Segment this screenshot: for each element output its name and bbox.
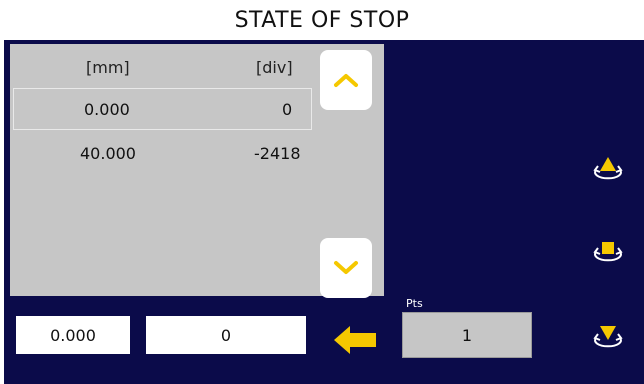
page-title: STATE OF STOP <box>234 7 410 33</box>
div-input[interactable]: 0 <box>146 316 306 354</box>
control-panel: [mm] [div] 0.000 0 40.000 -2418 0.000 0 … <box>4 40 644 384</box>
rotate-down-icon[interactable] <box>589 320 627 358</box>
table-row-selected[interactable] <box>13 88 312 130</box>
points-value[interactable]: 1 <box>402 312 532 358</box>
table-cell-mm: 0.000 <box>84 100 130 119</box>
rotate-stop-icon[interactable] <box>589 234 627 272</box>
table-cell-div: 0 <box>282 100 293 119</box>
mm-input[interactable]: 0.000 <box>16 316 130 354</box>
table-cell-mm[interactable]: 40.000 <box>80 144 136 163</box>
chevron-up-icon <box>334 74 358 87</box>
arrow-left-icon[interactable] <box>334 325 376 355</box>
scroll-up-button[interactable] <box>320 50 372 110</box>
rotate-up-icon[interactable] <box>589 152 627 190</box>
points-label: Pts <box>406 297 423 310</box>
table-cell-div[interactable]: -2418 <box>254 144 301 163</box>
chevron-down-icon <box>334 261 358 274</box>
column-header-div: [div] <box>256 58 293 77</box>
column-header-mm: [mm] <box>86 58 130 77</box>
scroll-down-button[interactable] <box>320 238 372 298</box>
